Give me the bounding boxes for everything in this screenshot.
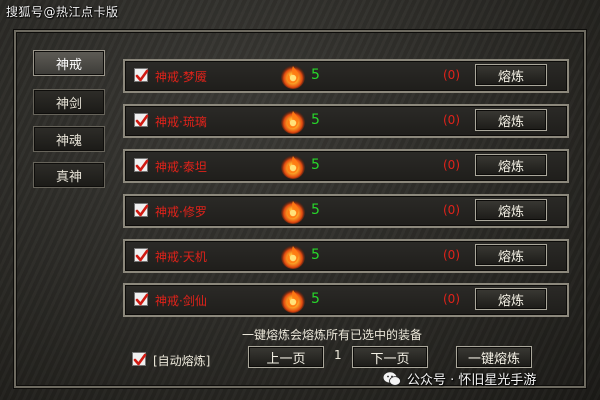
- fire-gem-icon: [279, 152, 307, 180]
- selected-count: (0): [443, 248, 460, 262]
- smelt-button[interactable]: 熔炼: [475, 154, 547, 176]
- wechat-icon: [383, 371, 401, 387]
- checkmark-icon: [135, 204, 149, 217]
- tab-zhenshen[interactable]: 真神: [33, 162, 105, 188]
- checkmark-icon: [135, 69, 149, 82]
- item-count: 5: [311, 202, 320, 218]
- tab-shenhun[interactable]: 神魂: [33, 126, 105, 152]
- item-checkbox[interactable]: [134, 158, 149, 172]
- item-count: 5: [311, 67, 320, 83]
- fire-gem-icon: [279, 107, 307, 135]
- smelting-window: 搜狐号@热江点卡版 神戒 神剑 神魂 真神 神戒·梦魇 5 (0) 熔炼 神戒·…: [0, 0, 600, 400]
- item-checkbox[interactable]: [134, 292, 149, 306]
- smelt-hint-text: 一键熔炼会熔炼所有已选中的装备: [242, 328, 423, 342]
- fire-gem-icon: [279, 197, 307, 225]
- checkmark-icon: [135, 114, 149, 127]
- item-row: 神戒·剑仙 5 (0) 熔炼: [123, 283, 569, 317]
- watermark-bottom-text: 公众号 · 怀旧星光手游: [407, 373, 537, 388]
- auto-smelt-label: [自动熔炼]: [153, 354, 211, 368]
- item-name: 神戒·剑仙: [155, 294, 207, 308]
- fire-gem-icon: [279, 62, 307, 90]
- item-name: 神戒·琉璃: [155, 115, 207, 129]
- watermark-bottom: 公众号 · 怀旧星光手游: [383, 369, 536, 388]
- item-checkbox[interactable]: [134, 248, 149, 262]
- auto-smelt-checkbox[interactable]: [132, 352, 147, 366]
- item-count: 5: [311, 157, 320, 173]
- next-page-button[interactable]: 下一页: [352, 346, 428, 368]
- checkmark-icon: [135, 159, 149, 172]
- smelt-button[interactable]: 熔炼: [475, 64, 547, 86]
- selected-count: (0): [443, 292, 460, 306]
- smelt-button[interactable]: 熔炼: [475, 199, 547, 221]
- selected-count: (0): [443, 158, 460, 172]
- item-name: 神戒·梦魇: [155, 70, 207, 84]
- item-row: 神戒·梦魇 5 (0) 熔炼: [123, 59, 569, 93]
- selected-count: (0): [443, 113, 460, 127]
- fire-gem-icon: [279, 286, 307, 314]
- tab-shenjie[interactable]: 神戒: [33, 50, 105, 76]
- selected-count: (0): [443, 68, 460, 82]
- item-checkbox[interactable]: [134, 113, 149, 127]
- smelt-button[interactable]: 熔炼: [475, 109, 547, 131]
- item-row: 神戒·泰坦 5 (0) 熔炼: [123, 149, 569, 183]
- item-checkbox[interactable]: [134, 68, 149, 82]
- fire-gem-icon: [279, 242, 307, 270]
- watermark-top: 搜狐号@热江点卡版: [6, 5, 119, 19]
- selected-count: (0): [443, 203, 460, 217]
- checkmark-icon: [135, 249, 149, 262]
- item-count: 5: [311, 112, 320, 128]
- item-row: 神戒·琉璃 5 (0) 熔炼: [123, 104, 569, 138]
- item-count: 5: [311, 247, 320, 263]
- one-click-smelt-button[interactable]: 一键熔炼: [456, 346, 532, 368]
- item-count: 5: [311, 291, 320, 307]
- item-name: 神戒·泰坦: [155, 160, 207, 174]
- checkmark-icon: [135, 293, 149, 306]
- item-name: 神戒·天机: [155, 250, 207, 264]
- page-number: 1: [334, 348, 342, 362]
- tab-shenjian[interactable]: 神剑: [33, 89, 105, 115]
- prev-page-button[interactable]: 上一页: [248, 346, 324, 368]
- item-checkbox[interactable]: [134, 203, 149, 217]
- smelt-button[interactable]: 熔炼: [475, 244, 547, 266]
- item-row: 神戒·天机 5 (0) 熔炼: [123, 239, 569, 273]
- item-row: 神戒·修罗 5 (0) 熔炼: [123, 194, 569, 228]
- smelt-button[interactable]: 熔炼: [475, 288, 547, 310]
- checkmark-icon: [133, 353, 147, 366]
- item-name: 神戒·修罗: [155, 205, 207, 219]
